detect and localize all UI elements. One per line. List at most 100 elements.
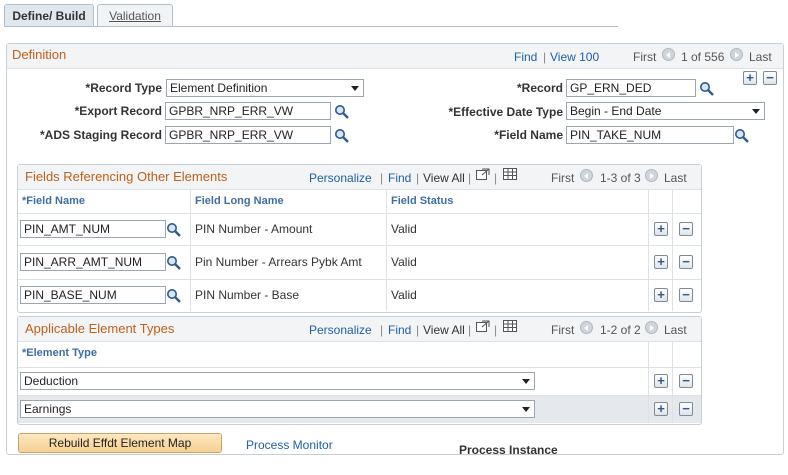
field-long-name: Pin Number - Arrears Pybk Amt <box>195 255 362 269</box>
column-header-field-status: Field Status <box>391 195 454 207</box>
next-row-icon[interactable] <box>645 169 658 182</box>
separator: | <box>416 323 420 337</box>
record-type-select[interactable]: Element Definition <box>166 79 364 97</box>
ads-staging-record-label: *ADS Staging Record <box>39 128 162 142</box>
add-row-button[interactable]: + <box>654 255 668 269</box>
definition-last-label: Last <box>749 50 772 64</box>
tab-validation[interactable]: Validation <box>97 4 173 27</box>
field-status: Valid <box>391 222 417 236</box>
tab-validation-label: Validation <box>109 9 161 23</box>
download-spreadsheet-icon[interactable] <box>503 168 517 180</box>
column-divider <box>190 190 191 311</box>
delete-row-button[interactable]: − <box>679 255 693 269</box>
add-row-button[interactable]: + <box>654 222 668 236</box>
process-monitor-link[interactable]: Process Monitor <box>246 438 333 452</box>
fields-last-label: Last <box>664 171 687 185</box>
process-instance-label: Process Instance <box>459 443 558 457</box>
field-status: Valid <box>391 288 417 302</box>
fields-find-link[interactable]: Find <box>388 171 411 185</box>
element-type-value: Deduction <box>24 374 79 388</box>
record-type-value: Element Definition <box>170 81 268 95</box>
column-header-field-name: *Field Name <box>22 195 85 207</box>
rebuild-effdt-element-map-button[interactable]: Rebuild Effdt Element Map <box>18 433 222 453</box>
types-counter: 1-2 of 2 <box>600 323 641 337</box>
column-divider <box>672 190 673 311</box>
lookup-icon[interactable] <box>166 255 182 271</box>
separator: | <box>494 171 498 185</box>
row-divider <box>18 245 701 246</box>
effective-date-type-select[interactable]: Begin - End Date <box>566 102 765 120</box>
prev-row-icon[interactable] <box>662 48 675 61</box>
new-window-icon[interactable] <box>476 320 490 332</box>
effective-date-type-label: *Effective Date Type <box>448 105 564 119</box>
field-name-input[interactable]: PIN_BASE_NUM <box>20 286 166 304</box>
column-divider <box>386 190 387 311</box>
lookup-icon[interactable] <box>334 128 350 144</box>
lookup-icon[interactable] <box>334 104 350 120</box>
element-type-select[interactable]: Earnings <box>20 400 535 418</box>
lookup-icon[interactable] <box>734 128 750 144</box>
field-name-input[interactable]: PIN_TAKE_NUM <box>566 126 734 144</box>
new-window-icon[interactable] <box>476 168 490 180</box>
element-types-title: Applicable Element Types <box>25 321 175 336</box>
add-row-button[interactable]: + <box>654 288 668 302</box>
lookup-icon[interactable] <box>166 222 182 238</box>
definition-title: Definition <box>12 47 67 62</box>
dropdown-arrow-icon <box>752 109 760 114</box>
export-record-input[interactable]: GPBR_NRP_ERR_VW <box>165 102 331 120</box>
separator: | <box>468 323 472 337</box>
field-long-name: PIN Number - Amount <box>195 222 313 236</box>
separator: | <box>494 323 498 337</box>
prev-row-icon[interactable] <box>580 321 593 334</box>
effective-date-type-value: Begin - End Date <box>570 104 662 118</box>
fields-view-all-link[interactable]: View All <box>423 171 465 185</box>
definition-counter: 1 of 556 <box>681 50 725 64</box>
dropdown-arrow-icon <box>522 379 530 384</box>
separator: | <box>543 50 547 64</box>
delete-row-button[interactable]: − <box>679 374 693 388</box>
record-label: *Record <box>516 81 563 95</box>
field-name-input[interactable]: PIN_ARR_AMT_NUM <box>20 253 166 271</box>
field-name-input[interactable]: PIN_AMT_NUM <box>20 220 166 238</box>
types-find-link[interactable]: Find <box>388 323 411 337</box>
field-long-name: PIN Number - Base <box>195 288 300 302</box>
ads-staging-record-input[interactable]: GPBR_NRP_ERR_VW <box>165 126 331 144</box>
column-divider <box>648 190 649 311</box>
lookup-icon[interactable] <box>166 288 182 304</box>
column-divider <box>672 342 673 423</box>
add-row-button[interactable]: + <box>743 71 757 85</box>
column-divider <box>648 342 649 423</box>
delete-row-button[interactable]: − <box>763 71 777 85</box>
fields-counter: 1-3 of 3 <box>600 171 641 185</box>
fields-personalize-link[interactable]: Personalize <box>309 171 372 185</box>
definition-find-link[interactable]: Find <box>514 50 537 64</box>
add-row-button[interactable]: + <box>654 374 668 388</box>
tab-divider <box>4 26 618 27</box>
separator: | <box>380 323 384 337</box>
record-type-label: *Record Type <box>85 81 162 95</box>
delete-row-button[interactable]: − <box>679 222 693 236</box>
lookup-icon[interactable] <box>699 81 715 97</box>
next-row-icon[interactable] <box>730 48 743 61</box>
separator: | <box>416 171 420 185</box>
types-view-all-link[interactable]: View All <box>423 323 465 337</box>
tab-define-build[interactable]: Define/ Build <box>4 4 94 27</box>
types-first-label: First <box>551 323 575 337</box>
download-spreadsheet-icon[interactable] <box>503 320 517 332</box>
separator: | <box>380 171 384 185</box>
definition-first-label: First <box>633 50 657 64</box>
delete-row-button[interactable]: − <box>679 402 693 416</box>
element-type-select[interactable]: Deduction <box>20 372 535 390</box>
export-record-label: *Export Record <box>74 104 162 118</box>
add-row-button[interactable]: + <box>654 402 668 416</box>
delete-row-button[interactable]: − <box>679 288 693 302</box>
types-last-label: Last <box>664 323 687 337</box>
types-personalize-link[interactable]: Personalize <box>309 323 372 337</box>
grid-header-divider <box>18 213 701 214</box>
prev-row-icon[interactable] <box>580 169 593 182</box>
definition-view100-link[interactable]: View 100 <box>550 50 599 64</box>
record-input[interactable]: GP_ERN_DED <box>566 79 696 97</box>
column-header-element-type: *Element Type <box>22 347 97 359</box>
separator: | <box>468 171 472 185</box>
next-row-icon[interactable] <box>645 321 658 334</box>
